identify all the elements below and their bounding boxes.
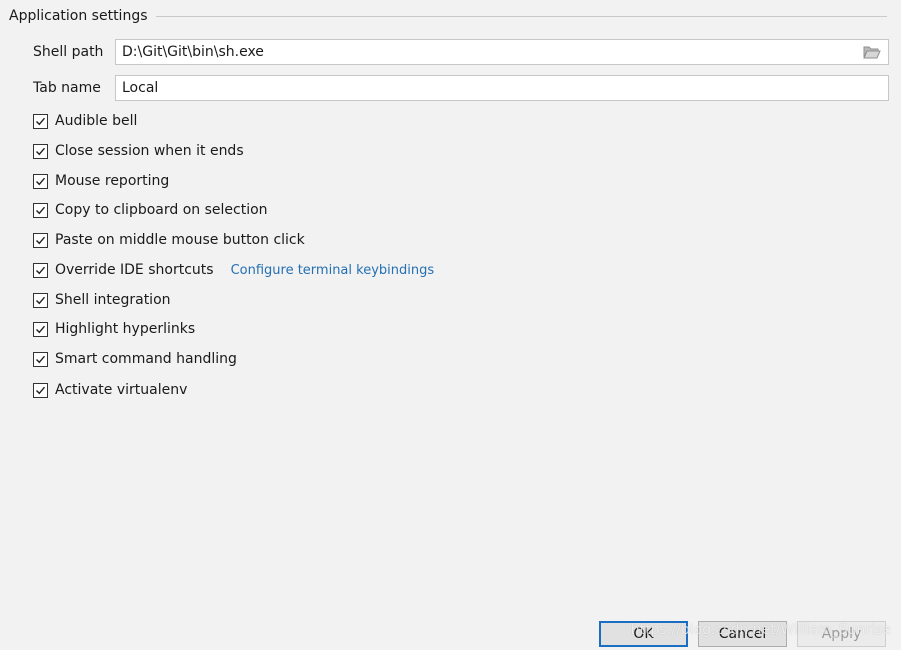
shell-path-input[interactable]	[122, 41, 862, 63]
shell-path-row: Shell path	[33, 38, 889, 66]
folder-open-icon	[863, 46, 881, 59]
option-label: Mouse reporting	[55, 173, 170, 189]
browse-button[interactable]	[862, 43, 882, 61]
checkmark-icon	[36, 266, 46, 274]
option-highlight-hyperlinks[interactable]: Highlight hyperlinks	[33, 319, 195, 339]
checkbox-override-ide-shortcuts[interactable]	[33, 262, 48, 278]
checkbox-shell-integration[interactable]	[33, 292, 48, 308]
checkbox-close-session[interactable]	[33, 143, 48, 159]
option-copy-to-clipboard[interactable]: Copy to clipboard on selection	[33, 200, 268, 220]
tab-name-label: Tab name	[33, 80, 101, 96]
checkbox-audible-bell[interactable]	[33, 113, 48, 129]
option-label: Highlight hyperlinks	[55, 321, 196, 337]
option-label: Override IDE shortcuts	[55, 262, 214, 278]
checkbox-activate-virtualenv[interactable]	[33, 382, 48, 398]
checkbox-copy-to-clipboard[interactable]	[33, 202, 48, 218]
option-shell-integration[interactable]: Shell integration	[33, 290, 171, 310]
checkmark-icon	[36, 296, 46, 304]
option-label: Smart command handling	[55, 351, 237, 367]
checkmark-icon	[36, 206, 46, 214]
tab-name-field[interactable]	[115, 75, 889, 101]
option-label: Shell integration	[55, 292, 171, 308]
cancel-button[interactable]: Cancel	[698, 621, 787, 647]
option-mouse-reporting[interactable]: Mouse reporting	[33, 171, 169, 191]
checkmark-icon	[36, 386, 46, 394]
checkbox-smart-command-handling[interactable]	[33, 351, 48, 367]
section-header: Application settings	[9, 6, 887, 26]
checkbox-paste-middle-click[interactable]	[33, 232, 48, 248]
checkbox-mouse-reporting[interactable]	[33, 173, 48, 189]
option-label: Close session when it ends	[55, 143, 244, 159]
option-activate-virtualenv[interactable]: Activate virtualenv	[33, 380, 187, 400]
checkmark-icon	[36, 147, 46, 155]
checkmark-icon	[36, 117, 46, 125]
checkbox-highlight-hyperlinks[interactable]	[33, 321, 48, 337]
ok-button[interactable]: OK	[599, 621, 688, 647]
option-label: Paste on middle mouse button click	[55, 232, 305, 248]
option-smart-command-handling[interactable]: Smart command handling	[33, 349, 237, 369]
apply-button[interactable]: Apply	[797, 621, 886, 647]
checkmark-icon	[36, 177, 46, 185]
tab-name-row: Tab name	[33, 74, 889, 102]
configure-keybindings-link[interactable]: Configure terminal keybindings	[231, 263, 435, 278]
tab-name-input[interactable]	[122, 77, 882, 99]
option-label: Audible bell	[55, 113, 138, 129]
option-audible-bell[interactable]: Audible bell	[33, 111, 137, 131]
section-divider	[155, 16, 887, 17]
section-title: Application settings	[9, 8, 148, 24]
option-paste-middle-click[interactable]: Paste on middle mouse button click	[33, 230, 305, 250]
shell-path-label: Shell path	[33, 44, 104, 60]
checkmark-icon	[36, 355, 46, 363]
option-label: Copy to clipboard on selection	[55, 202, 268, 218]
checkmark-icon	[36, 236, 46, 244]
option-override-ide-shortcuts[interactable]: Override IDE shortcuts Configure termina…	[33, 260, 434, 280]
shell-path-field[interactable]	[115, 39, 889, 65]
option-label: Activate virtualenv	[55, 382, 188, 398]
option-close-session[interactable]: Close session when it ends	[33, 141, 244, 161]
checkmark-icon	[36, 325, 46, 333]
